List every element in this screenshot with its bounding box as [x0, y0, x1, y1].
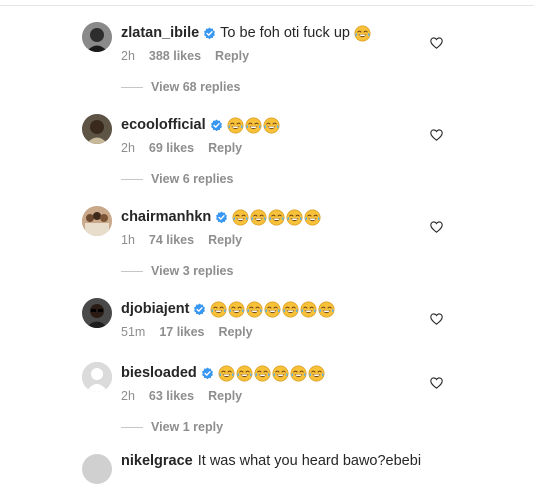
tears-of-joy-emoji-icon: [218, 365, 235, 382]
verified-badge-icon: [215, 210, 228, 224]
emoji-row: [218, 365, 325, 382]
comment-body: djobiajent: [121, 300, 335, 318]
view-replies-button[interactable]: View 6 replies: [121, 171, 233, 187]
tears-of-joy-emoji-icon: [245, 117, 262, 134]
reply-button[interactable]: Reply: [215, 49, 249, 63]
heart-outline-icon[interactable]: [430, 377, 443, 389]
comment: chairmanhkn 1h 74 likes Reply: [0, 206, 534, 266]
comment-username[interactable]: biesloaded: [121, 364, 197, 382]
likes-count[interactable]: 74 likes: [149, 233, 194, 247]
comment-text: To be foh oti fuck up: [220, 25, 350, 41]
comment-username[interactable]: djobiajent: [121, 300, 189, 318]
heart-outline-icon[interactable]: [430, 313, 443, 325]
comment-timestamp[interactable]: 51m: [121, 325, 145, 339]
tears-of-joy-emoji-icon: [254, 365, 271, 382]
comment-meta: 2h 69 likes Reply: [121, 141, 256, 155]
heart-outline-icon[interactable]: [430, 221, 443, 233]
comment-username[interactable]: chairmanhkn: [121, 208, 211, 226]
comment-timestamp[interactable]: 2h: [121, 49, 135, 63]
tears-of-joy-emoji-icon: [290, 365, 307, 382]
tears-of-joy-emoji-icon: [246, 301, 263, 318]
tears-of-joy-emoji-icon: [228, 301, 245, 318]
view-replies-label: View 68 replies: [151, 80, 241, 94]
comment-timestamp[interactable]: 2h: [121, 389, 135, 403]
tears-of-joy-emoji-icon: [318, 301, 335, 318]
comment-text: It was what you heard bawo?ebebi: [197, 453, 422, 469]
tears-of-joy-emoji-icon: [304, 209, 321, 226]
avatar[interactable]: [82, 298, 112, 328]
comment: biesloaded 2h 63 likes Reply: [0, 362, 534, 422]
reply-button[interactable]: Reply: [219, 325, 253, 339]
comment-meta: 2h 63 likes Reply: [121, 389, 256, 403]
tears-of-joy-emoji-icon: [268, 209, 285, 226]
tears-of-joy-emoji-icon: [236, 365, 253, 382]
comment-body: chairmanhkn: [121, 208, 321, 226]
likes-count[interactable]: 69 likes: [149, 141, 194, 155]
likes-count[interactable]: 388 likes: [149, 49, 201, 63]
comment-meta: 51m 17 likes Reply: [121, 325, 267, 339]
emoji-row: [354, 25, 371, 42]
view-replies-button[interactable]: View 68 replies: [121, 79, 240, 95]
heart-outline-icon[interactable]: [430, 37, 443, 49]
comment-timestamp[interactable]: 2h: [121, 141, 135, 155]
comment-body: biesloaded: [121, 364, 325, 382]
comment-body: zlatan_ibile To be foh oti fuck up: [121, 24, 371, 42]
view-replies-label: View 6 replies: [151, 172, 234, 186]
comment-username[interactable]: ecoolofficial: [121, 116, 206, 134]
comment-username[interactable]: nikelgrace: [121, 452, 193, 470]
comment-username[interactable]: zlatan_ibile: [121, 24, 199, 42]
avatar[interactable]: [82, 362, 112, 392]
replies-divider-line: [121, 270, 143, 272]
emoji-row: [210, 301, 335, 318]
tears-of-joy-emoji-icon: [300, 301, 317, 318]
avatar[interactable]: [82, 114, 112, 144]
comment: djobiajent 51m 17 likes Reply: [0, 298, 534, 358]
comment-body: ecoolofficial: [121, 116, 280, 134]
tears-of-joy-emoji-icon: [210, 301, 227, 318]
tears-of-joy-emoji-icon: [250, 209, 267, 226]
tears-of-joy-emoji-icon: [282, 301, 299, 318]
verified-badge-icon: [210, 118, 223, 132]
likes-count[interactable]: 63 likes: [149, 389, 194, 403]
emoji-row: [227, 117, 280, 134]
partial-comment: nikelgrace It was what you heard bawo?eb…: [0, 452, 534, 484]
view-replies-button[interactable]: View 3 replies: [121, 263, 233, 279]
tears-of-joy-emoji-icon: [272, 365, 289, 382]
verified-badge-icon: [201, 366, 214, 380]
top-divider: [0, 5, 534, 6]
view-replies-label: View 3 replies: [151, 264, 234, 278]
reply-button[interactable]: Reply: [208, 141, 242, 155]
tears-of-joy-emoji-icon: [308, 365, 325, 382]
verified-badge-icon: [193, 302, 206, 316]
verified-badge-icon: [203, 26, 216, 40]
replies-divider-line: [121, 86, 143, 88]
tears-of-joy-emoji-icon: [354, 25, 371, 42]
comment: zlatan_ibile To be foh oti fuck up 2h 388 l…: [0, 22, 534, 82]
replies-divider-line: [121, 178, 143, 180]
avatar[interactable]: [82, 22, 112, 52]
likes-count[interactable]: 17 likes: [159, 325, 204, 339]
comment-timestamp[interactable]: 1h: [121, 233, 135, 247]
comment-meta: 2h 388 likes Reply: [121, 49, 263, 63]
view-replies-button[interactable]: View 1 reply: [121, 419, 223, 435]
tears-of-joy-emoji-icon: [264, 301, 281, 318]
avatar[interactable]: [82, 454, 112, 484]
replies-divider-line: [121, 426, 143, 428]
heart-outline-icon[interactable]: [430, 129, 443, 141]
avatar[interactable]: [82, 206, 112, 236]
reply-button[interactable]: Reply: [208, 233, 242, 247]
emoji-row: [232, 209, 321, 226]
view-replies-label: View 1 reply: [151, 420, 224, 434]
tears-of-joy-emoji-icon: [286, 209, 303, 226]
comment-meta: 1h 74 likes Reply: [121, 233, 256, 247]
tears-of-joy-emoji-icon: [263, 117, 280, 134]
tears-of-joy-emoji-icon: [227, 117, 244, 134]
comment: ecoolofficial 2h 69 likes Reply: [0, 114, 534, 174]
reply-button[interactable]: Reply: [208, 389, 242, 403]
tears-of-joy-emoji-icon: [232, 209, 249, 226]
